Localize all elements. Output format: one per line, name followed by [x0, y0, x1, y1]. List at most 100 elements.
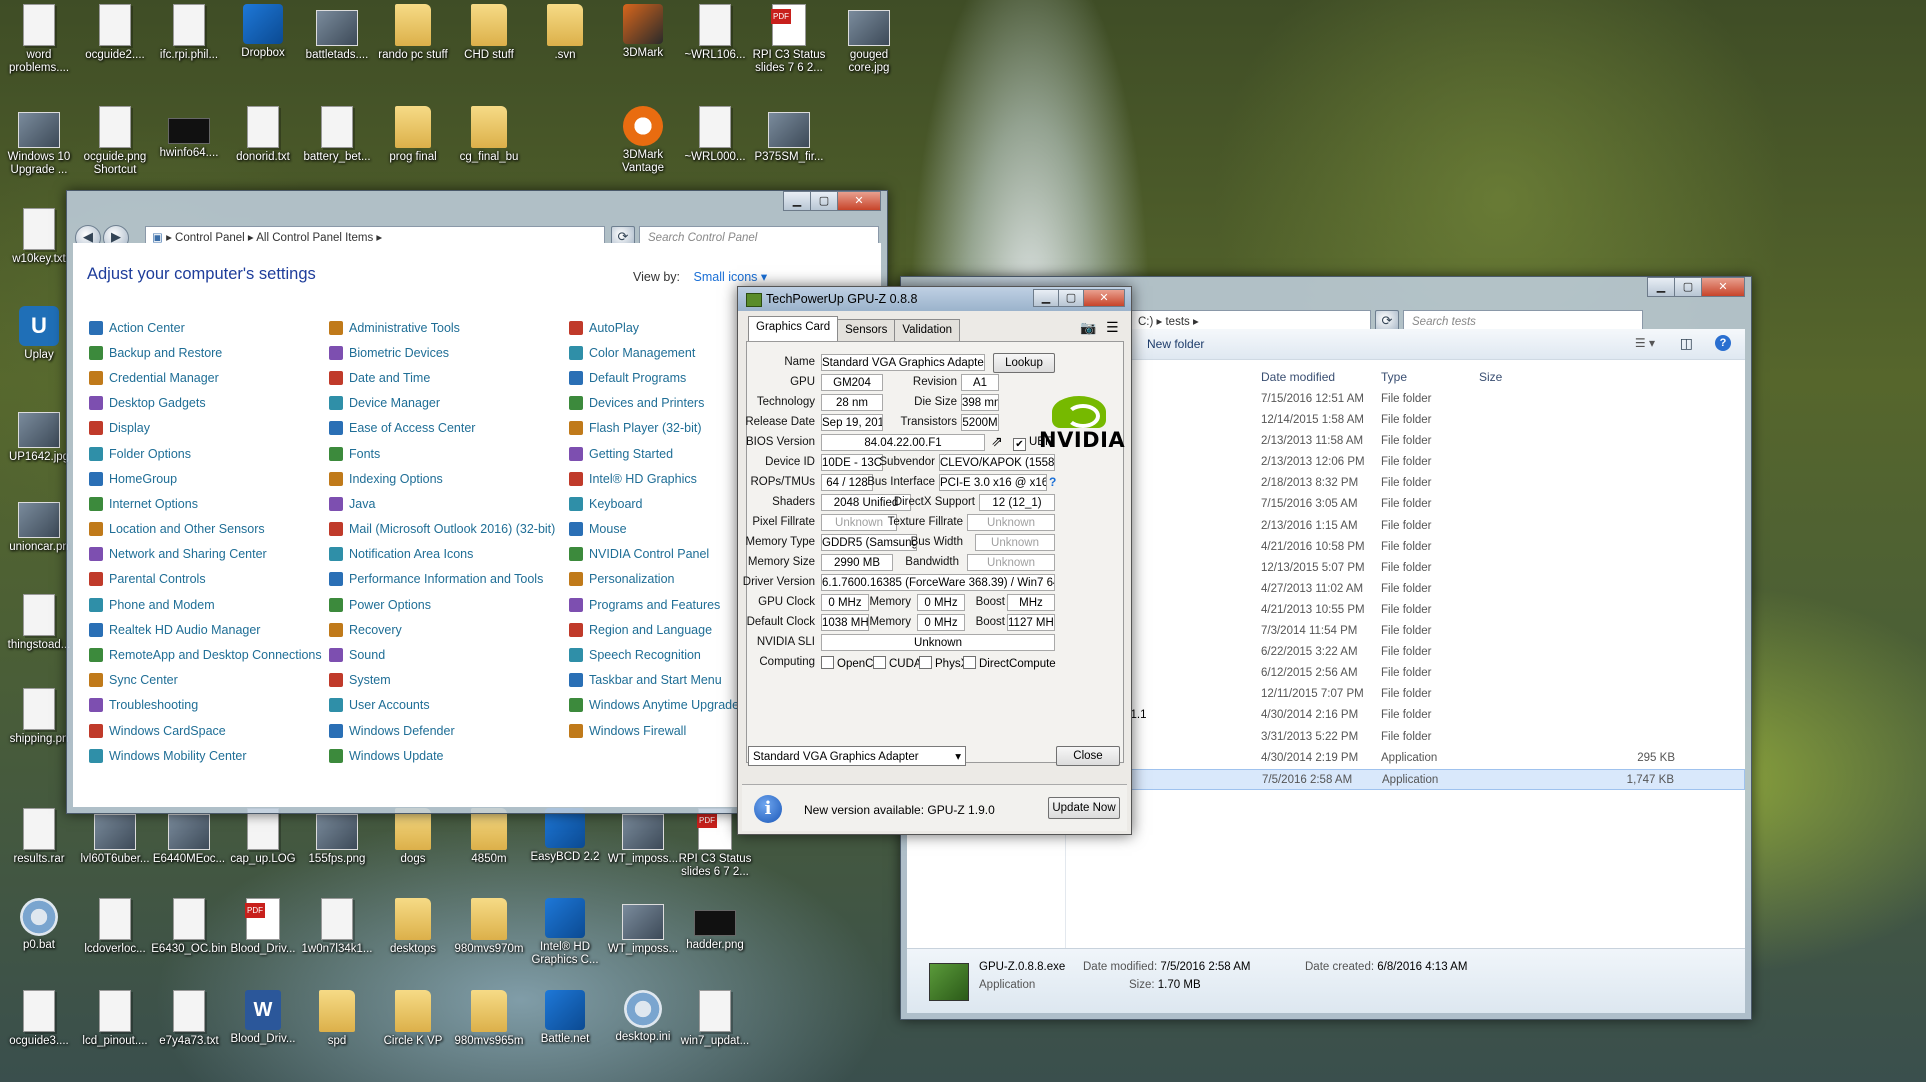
cp-item-windows-update[interactable]: Windows Update: [329, 743, 555, 768]
cp-item-administrative-tools[interactable]: Administrative Tools: [329, 315, 555, 340]
desktop-icon-prog-final[interactable]: prog final: [374, 106, 452, 164]
tab-graphics-card[interactable]: Graphics Card: [748, 316, 839, 341]
desktop-icon-155fps-png[interactable]: 155fps.png: [298, 808, 376, 866]
desktop-icon-battery-bet[interactable]: battery_bet...: [298, 106, 376, 164]
address-path[interactable]: C:) ▸ tests: [1138, 316, 1190, 328]
file-row[interactable]: 2/18/2013 8:32 PM File folder: [1073, 473, 1745, 494]
cp-item-sound[interactable]: Sound: [329, 642, 555, 667]
desktop-icon-hwinfo64[interactable]: hwinfo64....: [150, 106, 228, 160]
desktop-icon-dropbox[interactable]: Dropbox: [224, 4, 302, 60]
cp-item-taskbar-and-start-menu[interactable]: Taskbar and Start Menu: [569, 668, 739, 693]
cp-item-nvidia-control-panel[interactable]: NVIDIA Control Panel: [569, 542, 739, 567]
desktop-icon-3dmark[interactable]: 3DMark: [604, 4, 682, 60]
cp-item-performance-information-and-tools[interactable]: Performance Information and Tools: [329, 567, 555, 592]
desktop-icon-cg-final-bu[interactable]: cg_final_bu: [450, 106, 528, 164]
close-button[interactable]: ✕: [1701, 277, 1745, 297]
maximize-button[interactable]: ▢: [1674, 277, 1702, 297]
file-row[interactable]: nchmark12/14/2015 1:58 AMFile folder: [1073, 410, 1745, 431]
share-icon[interactable]: ⇗: [991, 433, 1003, 450]
desktop-icon-hadder-png[interactable]: hadder.png: [676, 898, 754, 952]
desktop-icon-980mvs970m[interactable]: 980mvs970m: [450, 898, 528, 956]
cp-item-region-and-language[interactable]: Region and Language: [569, 617, 739, 642]
bus-help-icon[interactable]: ?: [1049, 475, 1056, 489]
view-by-dropdown[interactable]: Small icons ▾: [694, 270, 768, 284]
maximize-button[interactable]: ▢: [810, 191, 838, 211]
cp-item-programs-and-features[interactable]: Programs and Features: [569, 592, 739, 617]
cp-item-action-center[interactable]: Action Center: [89, 315, 322, 340]
cp-item-sync-center[interactable]: Sync Center: [89, 668, 322, 693]
desktop-icon-gouged-core-jpg[interactable]: gouged core.jpg: [830, 4, 908, 75]
cp-item-device-manager[interactable]: Device Manager: [329, 391, 555, 416]
minimize-button[interactable]: ▁: [1033, 289, 1059, 307]
desktop-icon-dogs[interactable]: dogs: [374, 808, 452, 866]
cp-item-date-and-time[interactable]: Date and Time: [329, 365, 555, 390]
cp-item-windows-cardspace[interactable]: Windows CardSpace: [89, 718, 322, 743]
maximize-button[interactable]: ▢: [1058, 289, 1084, 307]
close-button[interactable]: ✕: [837, 191, 881, 211]
cp-item-location-and-other-sensors[interactable]: Location and Other Sensors: [89, 517, 322, 542]
cp-item-autoplay[interactable]: AutoPlay: [569, 315, 739, 340]
minimize-button[interactable]: ▁: [1647, 277, 1675, 297]
cp-item-java[interactable]: Java: [329, 491, 555, 516]
desktop-icon-lcd-pinout[interactable]: lcd_pinout....: [76, 990, 154, 1048]
desktop-icon-blood-driv[interactable]: W Blood_Driv...: [224, 990, 302, 1046]
file-row[interactable]: OM2/13/2013 12:06 PMFile folder: [1073, 452, 1745, 473]
cp-item-desktop-gadgets[interactable]: Desktop Gadgets: [89, 391, 322, 416]
cp-item-mouse[interactable]: Mouse: [569, 517, 739, 542]
desktop-icon-lvl60t6uber[interactable]: lvl60T6uber...: [76, 808, 154, 866]
cp-item-flash-player-32-bit[interactable]: Flash Player (32-bit): [569, 416, 739, 441]
file-row[interactable]: FO642/13/2016 1:15 AMFile folder: [1073, 516, 1745, 537]
cp-item-default-programs[interactable]: Default Programs: [569, 365, 739, 390]
desktop-icon-cap-up-log[interactable]: cap_up.LOG: [224, 808, 302, 866]
file-row[interactable]: e2093/31/2013 5:22 PMFile folder: [1073, 727, 1745, 748]
cp-item-color-management[interactable]: Color Management: [569, 340, 739, 365]
close-button[interactable]: ✕: [1083, 289, 1125, 307]
desktop-icon-windows-10-upgrade[interactable]: Windows 10 Upgrade ...: [0, 106, 78, 177]
header-size[interactable]: Size: [1479, 370, 1502, 384]
cp-item-notification-area-icons[interactable]: Notification Area Icons: [329, 542, 555, 567]
desktop-icon-word-problems[interactable]: word problems....: [0, 4, 78, 75]
new-folder-button[interactable]: New folder: [1147, 337, 1204, 351]
view-options-icon[interactable]: ☰ ▾: [1635, 336, 1655, 350]
cp-item-internet-options[interactable]: Internet Options: [89, 491, 322, 516]
update-now-button[interactable]: Update Now: [1048, 797, 1120, 819]
cp-item-speech-recognition[interactable]: Speech Recognition: [569, 642, 739, 667]
desktop-icon-wt-imposs[interactable]: WT_imposs...: [604, 898, 682, 956]
cp-item-ease-of-access-center[interactable]: Ease of Access Center: [329, 416, 555, 441]
menu-icon[interactable]: ☰: [1106, 319, 1119, 336]
desktop-icon-donorid-txt[interactable]: donorid.txt: [224, 106, 302, 164]
cp-item-troubleshooting[interactable]: Troubleshooting: [89, 693, 322, 718]
cp-item-personalization[interactable]: Personalization: [569, 567, 739, 592]
desktop-icon-ocguide-png-shortcut[interactable]: ocguide.png Shortcut: [76, 106, 154, 177]
lookup-button[interactable]: Lookup: [993, 353, 1055, 373]
adapter-select[interactable]: Standard VGA Graphics Adapter: [748, 746, 966, 767]
cp-item-power-options[interactable]: Power Options: [329, 592, 555, 617]
cp-item-realtek-hd-audio-manager[interactable]: Realtek HD Audio Manager: [89, 617, 322, 642]
cp-item-backup-and-restore[interactable]: Backup and Restore: [89, 340, 322, 365]
tab-sensors[interactable]: Sensors: [837, 319, 896, 341]
desktop-icon-rando-pc-stuff[interactable]: rando pc stuff: [374, 4, 452, 62]
file-row[interactable]: 4 Extreme7/15/2016 12:51 AMFile folder: [1073, 389, 1745, 410]
preview-pane-icon[interactable]: ◫: [1680, 335, 1693, 352]
file-row[interactable]: enchmark12/13/2015 5:07 PMFile folder: [1073, 558, 1745, 579]
desktop-icon-battle-net[interactable]: Battle.net: [526, 990, 604, 1046]
file-row[interactable]: ol2/13/2013 11:58 AMFile folder: [1073, 431, 1745, 452]
desktop-icon-easybcd-2-2[interactable]: EasyBCD 2.2: [526, 808, 604, 864]
desktop-icon-980mvs965m[interactable]: 980mvs965m: [450, 990, 528, 1048]
cp-item-parental-controls[interactable]: Parental Controls: [89, 567, 322, 592]
file-row[interactable]: exe4/30/2014 2:19 PMApplication295 KB: [1073, 748, 1745, 769]
desktop-icon-svn[interactable]: .svn: [526, 4, 604, 62]
desktop-icon-p0-bat[interactable]: p0.bat: [0, 898, 78, 952]
cp-item-windows-defender[interactable]: Windows Defender: [329, 718, 555, 743]
cp-item-user-accounts[interactable]: User Accounts: [329, 693, 555, 718]
desktop-icon-e7y4a73-txt[interactable]: e7y4a73.txt: [150, 990, 228, 1048]
gpuz-close-button[interactable]: Close: [1056, 746, 1120, 766]
file-row[interactable]: ne12/11/2015 7:07 PMFile folder: [1073, 684, 1745, 705]
desktop-icon-3dmark-vantage[interactable]: 3DMark Vantage: [604, 106, 682, 175]
file-row[interactable]: vare7/3/2014 11:54 PMFile folder: [1073, 621, 1745, 642]
header-type[interactable]: Type: [1381, 370, 1407, 384]
cp-item-windows-firewall[interactable]: Windows Firewall: [569, 718, 739, 743]
desktop-icon-ocguide2[interactable]: ocguide2....: [76, 4, 154, 62]
desktop-icon-4850m[interactable]: 4850m: [450, 808, 528, 866]
desktop-icon-battletads[interactable]: battletads....: [298, 4, 376, 62]
